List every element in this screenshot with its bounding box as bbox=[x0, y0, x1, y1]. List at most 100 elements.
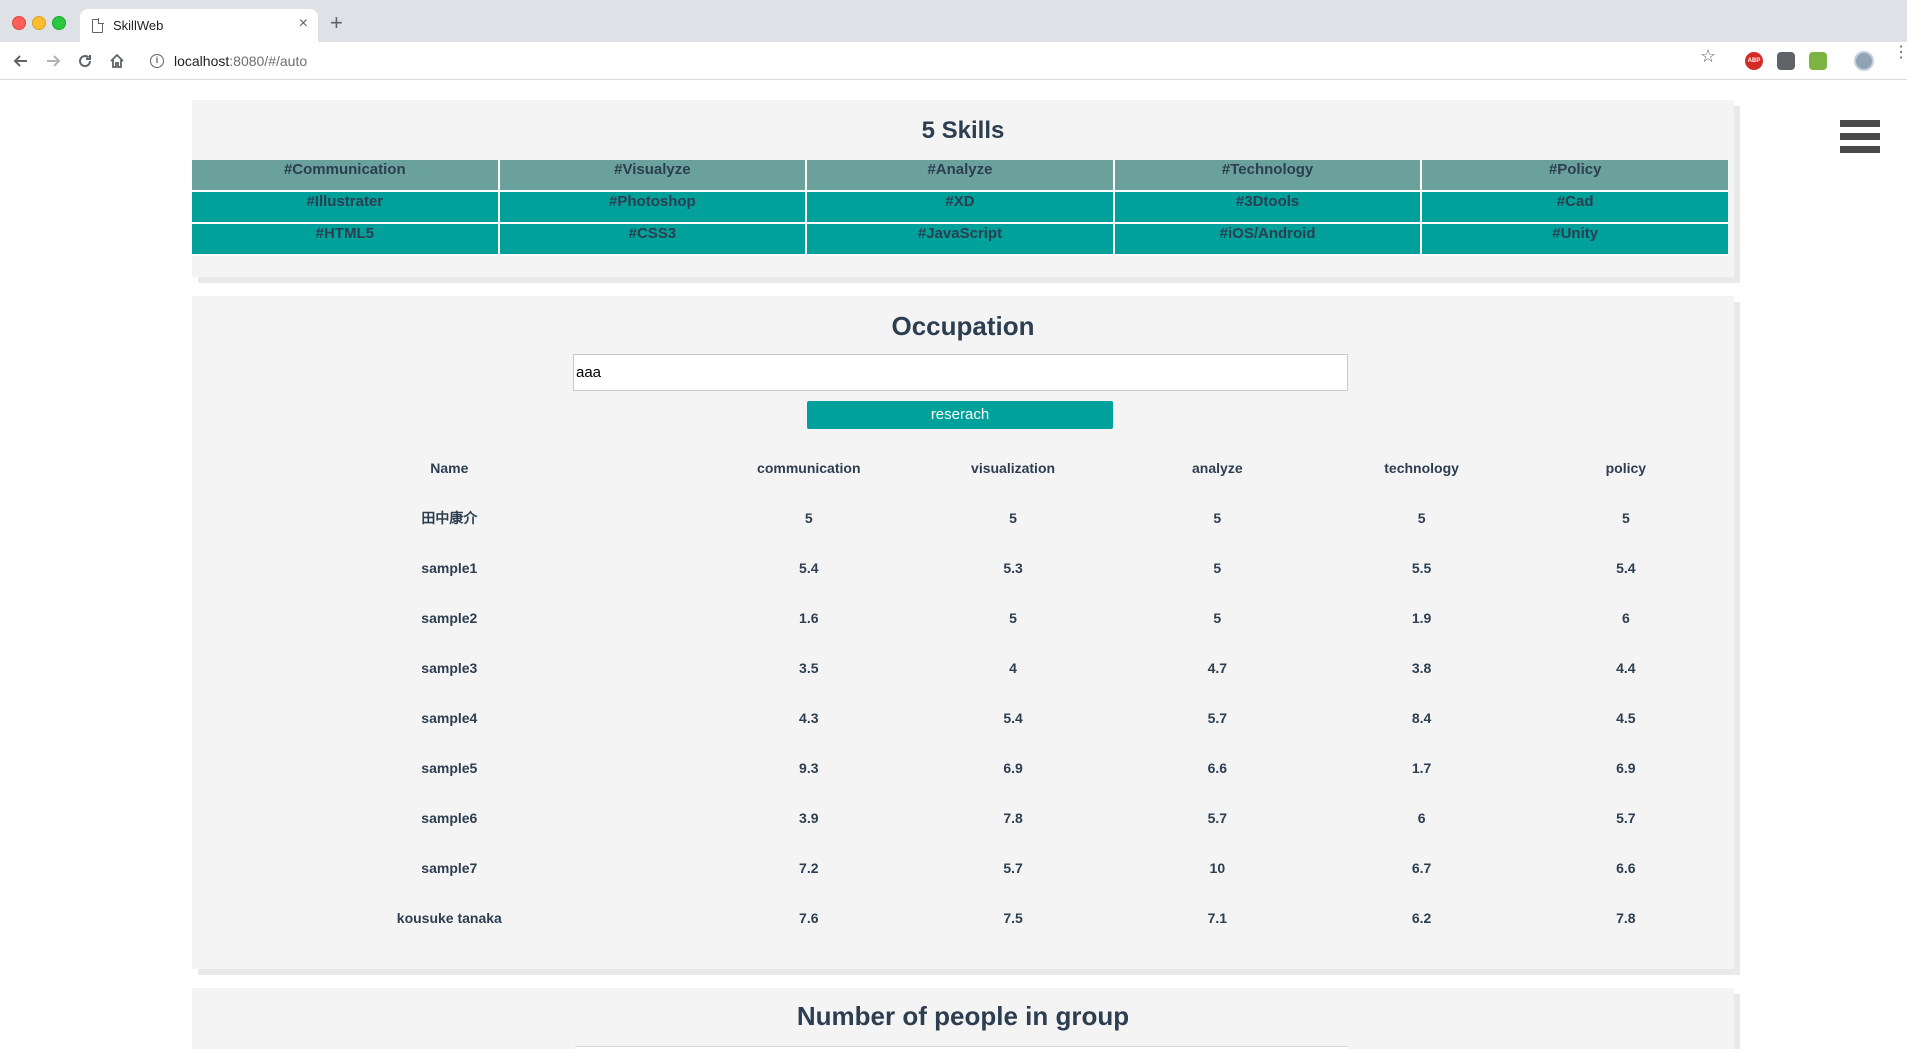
browser-tab-bar: SkillWeb × + bbox=[0, 0, 1907, 42]
hamburger-menu-icon[interactable] bbox=[1840, 120, 1880, 160]
skill-tag[interactable]: #iOS/Android bbox=[1114, 224, 1423, 256]
column-header-policy: policy bbox=[1605, 460, 1647, 476]
table-cell-score: 7.8 bbox=[1003, 810, 1023, 826]
column-header-analyze: analyze bbox=[1192, 460, 1243, 476]
url-host: localhost bbox=[174, 53, 230, 69]
skill-tag[interactable]: #JavaScript bbox=[807, 224, 1115, 256]
table-cell-name: sample7 bbox=[421, 860, 478, 876]
skill-tag[interactable]: #3Dtools bbox=[1114, 192, 1423, 224]
table-cell-score: 3.8 bbox=[1411, 660, 1432, 676]
table-cell-score: 7.1 bbox=[1207, 910, 1228, 926]
bookmark-star-icon[interactable]: ☆ bbox=[1700, 46, 1716, 67]
table-cell-score: 3.5 bbox=[799, 660, 819, 676]
research-button[interactable]: reserach bbox=[807, 401, 1113, 429]
table-cell-score: 5.3 bbox=[1003, 560, 1023, 576]
hamburger-bar bbox=[1840, 120, 1880, 127]
occupation-table-body: 田中康介 5 5 5 5 5 sample1 5.4 5.3 5 5.5 5.4 sample2 1.6 5… bbox=[192, 493, 1728, 943]
skills-header-row: #Communication #Visualyze #Analyze #Tech… bbox=[192, 160, 1728, 192]
skill-tag[interactable]: #Unity bbox=[1422, 224, 1728, 256]
reload-button[interactable] bbox=[72, 48, 98, 74]
info-icon[interactable]: i bbox=[150, 54, 164, 68]
skills-row: #HTML5 #CSS3 #JavaScript #iOS/Android #U… bbox=[192, 224, 1728, 256]
table-row: sample4 4.3 5.4 5.7 8.4 4.5 bbox=[192, 693, 1728, 743]
url-path: :8080/#/auto bbox=[229, 53, 308, 69]
table-cell-score: 5.4 bbox=[799, 560, 819, 576]
table-cell-score: 1.9 bbox=[1411, 610, 1432, 626]
skill-category[interactable]: #Communication bbox=[192, 160, 500, 192]
table-cell-score: 6.6 bbox=[1616, 860, 1636, 876]
skill-tag[interactable]: #HTML5 bbox=[192, 224, 500, 256]
new-tab-button[interactable]: + bbox=[330, 12, 343, 34]
minimize-window-button[interactable] bbox=[32, 16, 46, 30]
table-row: sample3 3.5 4 4.7 3.8 4.4 bbox=[192, 643, 1728, 693]
skill-category[interactable]: #Visualyze bbox=[499, 160, 808, 192]
table-cell-score: 5.5 bbox=[1411, 560, 1432, 576]
table-cell-score: 6.9 bbox=[1003, 760, 1023, 776]
skill-tag[interactable]: #Cad bbox=[1422, 192, 1728, 224]
profile-avatar[interactable] bbox=[1854, 51, 1874, 71]
skills-title: 5 Skills bbox=[921, 117, 1005, 144]
url-text: localhost:8080/#/auto bbox=[174, 53, 307, 69]
tab-close-button[interactable]: × bbox=[299, 15, 308, 33]
table-cell-score: 7.8 bbox=[1616, 910, 1636, 926]
table-cell-score: 7.5 bbox=[1003, 910, 1023, 926]
skill-tag[interactable]: #CSS3 bbox=[499, 224, 808, 256]
back-button[interactable] bbox=[8, 48, 34, 74]
table-cell-score: 5.7 bbox=[1207, 810, 1228, 826]
skill-category[interactable]: #Analyze bbox=[807, 160, 1115, 192]
arrow-right-icon bbox=[47, 55, 61, 67]
skills-card: 5 Skills #Communication #Visualyze #Anal… bbox=[192, 100, 1734, 277]
table-cell-score: 8.4 bbox=[1411, 710, 1432, 726]
table-cell-name: sample4 bbox=[421, 710, 478, 726]
table-cell-score: 5 bbox=[1213, 610, 1222, 626]
browser-menu-icon[interactable]: ⋮ bbox=[1893, 45, 1907, 61]
table-cell-score: 1.6 bbox=[799, 610, 819, 626]
skill-category[interactable]: #Technology bbox=[1114, 160, 1423, 192]
skills-grid: #Communication #Visualyze #Analyze #Tech… bbox=[192, 160, 1728, 256]
maximize-window-button[interactable] bbox=[52, 16, 66, 30]
home-button[interactable] bbox=[104, 48, 130, 74]
table-cell-score: 6.2 bbox=[1411, 910, 1432, 926]
table-cell-score: 3.9 bbox=[799, 810, 819, 826]
home-icon bbox=[110, 53, 124, 68]
skill-category[interactable]: #Policy bbox=[1422, 160, 1728, 192]
table-cell-score: 10 bbox=[1209, 860, 1226, 876]
extension-icon[interactable] bbox=[1777, 52, 1795, 70]
column-header-name: Name bbox=[430, 460, 469, 476]
table-cell-score: 5 bbox=[804, 510, 813, 526]
table-cell-score: 6 bbox=[1417, 810, 1426, 826]
skill-tag[interactable]: #XD bbox=[807, 192, 1115, 224]
browser-tab-skillweb[interactable]: SkillWeb × bbox=[80, 9, 318, 42]
close-window-button[interactable] bbox=[12, 16, 26, 30]
skill-tag[interactable]: #Photoshop bbox=[499, 192, 808, 224]
table-cell-score: 5.7 bbox=[1003, 860, 1023, 876]
extension-icon[interactable] bbox=[1809, 52, 1827, 70]
occupation-card: Occupation reserach Name communication v… bbox=[192, 296, 1734, 969]
table-cell-score: 4.4 bbox=[1616, 660, 1636, 676]
column-header-visualization: visualization bbox=[971, 460, 1056, 476]
address-bar[interactable]: i localhost:8080/#/auto bbox=[140, 47, 1700, 75]
occupation-table: Name communication visualization analyze… bbox=[192, 443, 1728, 943]
occupation-search-input[interactable] bbox=[573, 354, 1348, 391]
table-cell-score: 5 bbox=[1417, 510, 1426, 526]
table-cell-score: 4 bbox=[1009, 660, 1017, 676]
forward-button[interactable] bbox=[40, 48, 66, 74]
table-cell-score: 5 bbox=[1621, 510, 1630, 526]
table-cell-score: 6.9 bbox=[1616, 760, 1636, 776]
tab-title: SkillWeb bbox=[113, 18, 164, 33]
table-cell-score: 6 bbox=[1621, 610, 1630, 626]
table-cell-score: 5 bbox=[1009, 510, 1017, 526]
adblock-extension-icon[interactable]: ABP bbox=[1745, 52, 1763, 70]
table-cell-score: 4.5 bbox=[1616, 710, 1636, 726]
table-cell-name: sample3 bbox=[421, 660, 478, 676]
table-cell-name: sample6 bbox=[421, 810, 478, 826]
hamburger-bar bbox=[1840, 146, 1880, 153]
table-cell-score: 9.3 bbox=[799, 760, 819, 776]
hamburger-bar bbox=[1840, 133, 1880, 140]
table-cell-score: 4.3 bbox=[799, 710, 819, 726]
table-row: sample1 5.4 5.3 5 5.5 5.4 bbox=[192, 543, 1728, 593]
table-cell-score: 5.7 bbox=[1207, 710, 1228, 726]
skill-tag[interactable]: #Illustrater bbox=[192, 192, 500, 224]
table-cell-score: 7.6 bbox=[799, 910, 819, 926]
table-cell-name: sample1 bbox=[421, 560, 478, 576]
